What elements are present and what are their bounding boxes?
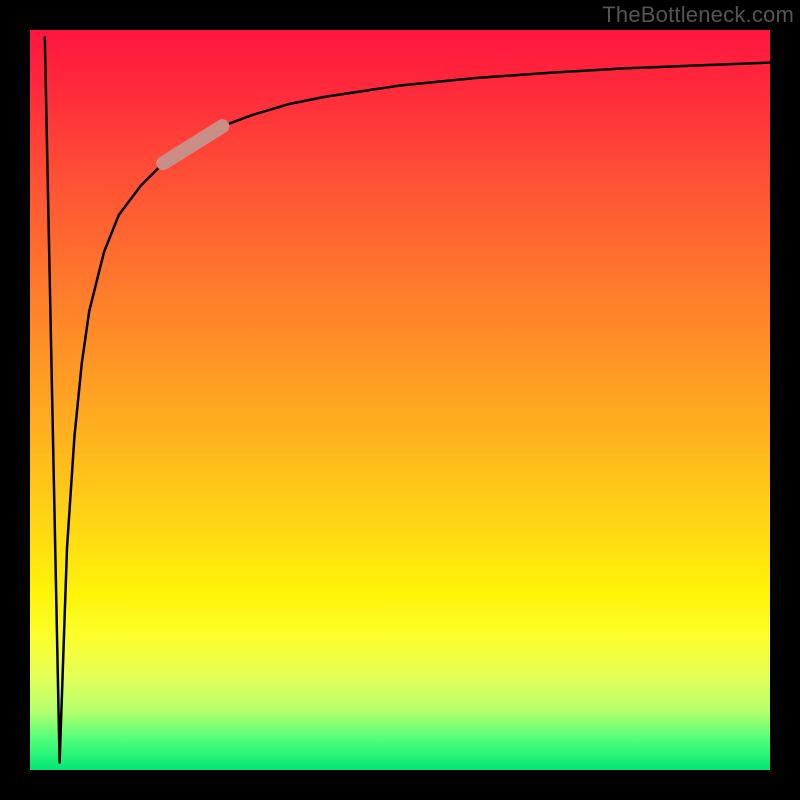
curve-path xyxy=(45,37,770,762)
chart-frame: TheBottleneck.com xyxy=(0,0,800,800)
highlight-segment xyxy=(163,126,222,163)
watermark-text: TheBottleneck.com xyxy=(602,2,794,28)
plot-area xyxy=(30,30,770,770)
curve-svg xyxy=(30,30,770,770)
